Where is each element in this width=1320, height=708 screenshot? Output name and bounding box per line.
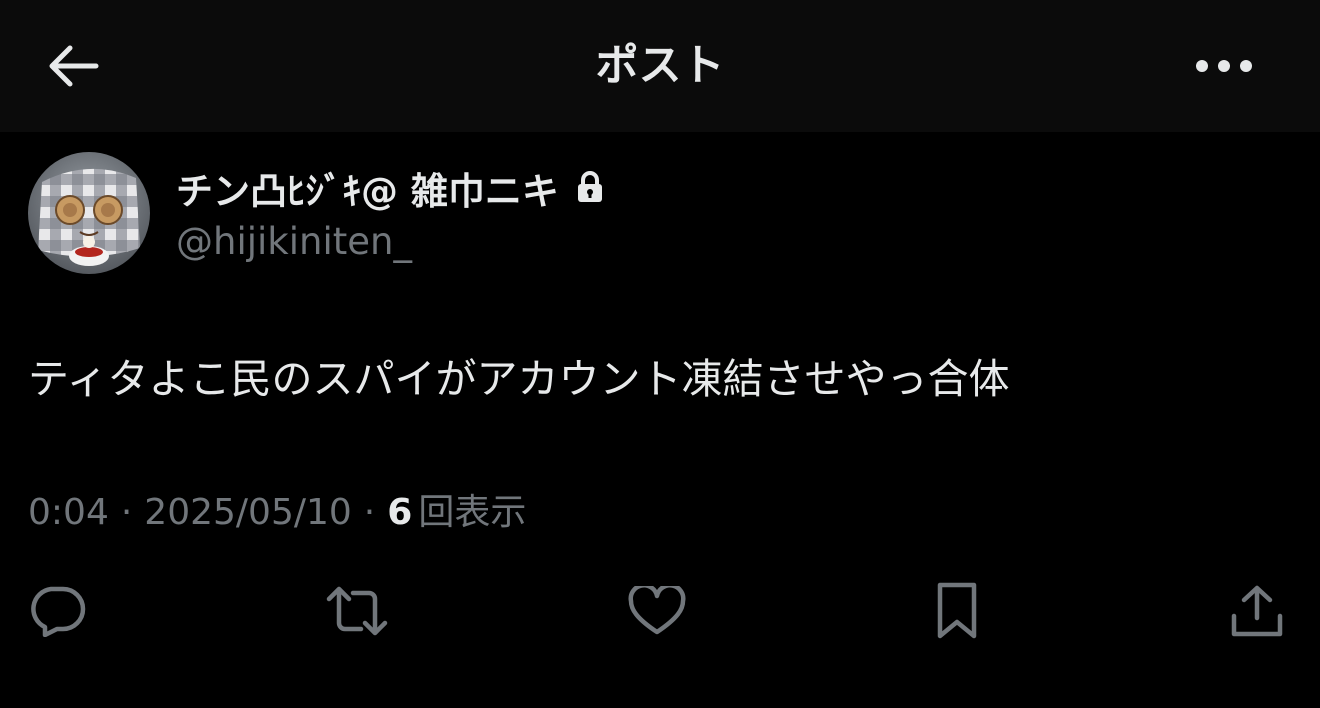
user-handle[interactable]: @hijikiniten_ [176, 216, 412, 268]
back-button[interactable] [40, 36, 104, 96]
post-text: ティタよこ民のスパイがアカウント凍結させやっ合体 [28, 355, 1010, 403]
like-button[interactable] [622, 576, 692, 646]
repost-button[interactable] [322, 576, 392, 646]
display-name-row: チン凸ﾋｼﾞｷ@ 雑巾ニキ [176, 160, 605, 216]
page-title: ポスト [595, 41, 725, 91]
more-horizontal-icon [1196, 60, 1252, 72]
arrow-left-icon [49, 45, 99, 87]
share-icon [1231, 585, 1283, 637]
bookmark-button[interactable] [922, 576, 992, 646]
avatar[interactable] [28, 152, 150, 274]
share-button[interactable] [1222, 576, 1292, 646]
separator: · [363, 492, 376, 533]
post-time[interactable]: 0:04 [28, 488, 109, 538]
reply-icon [31, 586, 86, 637]
bookmark-icon [937, 582, 977, 639]
post-meta: 0:04 · 2025/05/10 · 6 回表示 [28, 488, 526, 538]
views-count[interactable]: 6 [387, 488, 412, 538]
separator: · [120, 492, 133, 533]
repost-icon [326, 586, 388, 636]
lock-icon [575, 170, 605, 204]
avatar-image [28, 152, 150, 274]
top-bar: ポスト [0, 0, 1320, 132]
reply-button[interactable] [22, 576, 92, 646]
display-name[interactable]: チン凸ﾋｼﾞｷ@ 雑巾ニキ [176, 161, 559, 215]
post-date[interactable]: 2025/05/10 [144, 488, 352, 538]
views-label[interactable]: 回表示 [418, 488, 526, 538]
heart-icon [628, 586, 686, 635]
more-options-button[interactable] [1188, 36, 1260, 96]
